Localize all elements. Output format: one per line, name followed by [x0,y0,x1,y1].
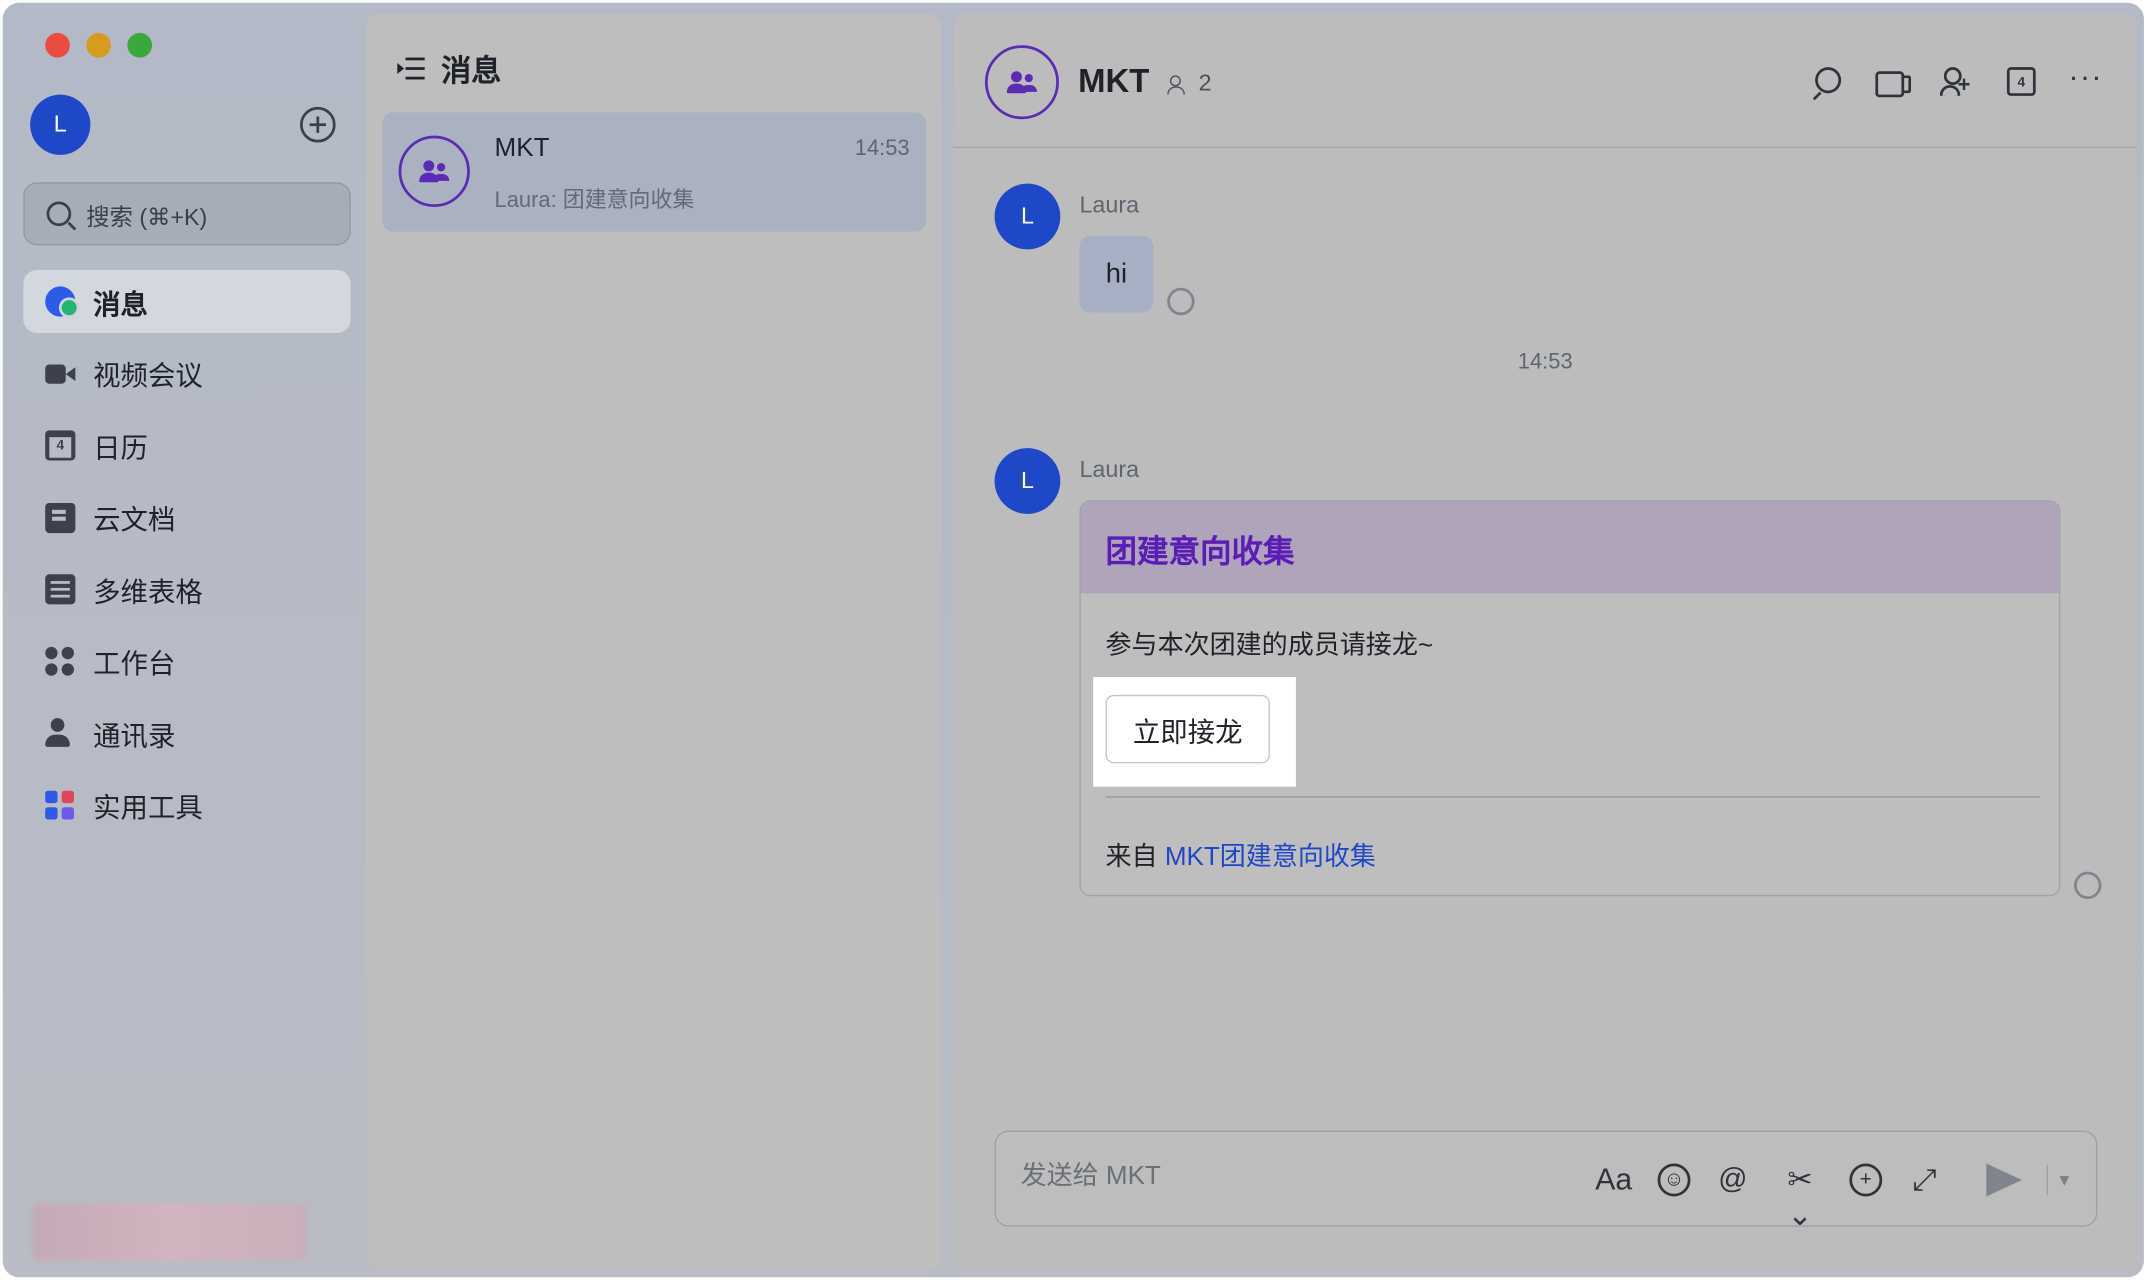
chat-title[interactable]: MKT [1078,63,1149,101]
sidebar-item-label: 视频会议 [93,361,203,392]
message-icon [45,286,80,318]
sidebar-item-label: 通讯录 [93,721,176,752]
sidebar-item-calendar[interactable]: 日历 [23,414,350,477]
table-icon [45,574,76,605]
message-card: 团建意向收集 参与本次团建的成员请接龙~ 立即接龙 来自 MKT团建意向收集 [1079,500,2061,897]
minimize-window-button[interactable] [86,32,111,58]
card-body-text: 参与本次团建的成员请接龙~ [1105,631,1434,661]
mention-icon[interactable]: @ [1715,1162,1751,1198]
composer-toolbar: Aa ☺ @ ✂⌄ + ⤢ ▼ [1595,1162,2073,1232]
read-status-icon [2074,871,2102,900]
search-chat-icon[interactable] [1815,67,1842,94]
close-window-button[interactable] [45,32,70,58]
conversation-preview: Laura: 团建意向收集 [494,189,695,213]
group-icon [419,160,449,183]
sidebar-nav: 消息 视频会议 日历 云文档 多维表格 工作台 [23,269,351,846]
screenshot-icon[interactable]: ✂⌄ [1775,1162,1824,1232]
chat-header: MKT 2 4 ··· [953,14,2138,149]
sidebar-item-workplace[interactable]: 工作台 [23,630,350,693]
member-count-value: 2 [1198,69,1212,96]
send-icon[interactable] [1986,1163,2022,1197]
contacts-icon [45,718,75,748]
sender-name: Laura [1079,191,1140,218]
message-list-title: 消息 [441,53,502,88]
conversation-time: 14:53 [854,137,910,161]
time-divider: 14:53 [1517,350,1573,375]
expand-icon[interactable]: ⤢ [1907,1162,1943,1198]
message-input[interactable] [1020,1162,1542,1193]
search-input[interactable]: 搜索 (⌘+K) [23,182,351,246]
member-count[interactable]: 2 [1167,69,1212,97]
conversation-item-mkt[interactable]: MKT 14:53 Laura: 团建意向收集 [382,112,927,232]
maximize-window-button[interactable] [127,32,153,58]
message-bubble[interactable]: hi [1079,235,1154,313]
message-list-header: 消息 [397,47,501,91]
sender-avatar[interactable]: L [994,183,1061,250]
card-button-highlight: 立即接龙 [1093,677,1296,787]
blurred-banner [32,1203,307,1261]
sidebar-item-label: 工作台 [93,649,176,680]
calendar-icon [45,430,76,461]
message-composer[interactable]: Aa ☺ @ ✂⌄ + ⤢ ▼ [994,1130,2098,1232]
sidebar-item-label: 日历 [93,433,148,464]
group-avatar [398,135,470,207]
card-footer: 来自 MKT团建意向收集 [1106,836,1376,873]
sidebar-item-base[interactable]: 多维表格 [23,558,350,621]
group-icon [1006,71,1037,94]
user-avatar[interactable]: L [30,94,91,155]
card-source-link[interactable]: MKT团建意向收集 [1165,843,1376,872]
workplace-icon [45,646,75,676]
more-icon[interactable]: ··· [2069,61,2107,100]
card-divider [1105,796,2040,798]
sender-avatar[interactable]: L [994,448,1061,514]
add-member-icon[interactable] [1939,66,1974,100]
sidebar-item-label: 实用工具 [93,793,203,824]
sidebar-item-label: 消息 [93,289,148,321]
chat-panel: MKT 2 4 ··· L Laura hi 14:53 [953,13,2138,1271]
video-call-icon[interactable] [1875,66,1912,100]
sidebar-item-label: 多维表格 [93,577,203,608]
search-icon [46,201,72,227]
text-format-icon[interactable]: Aa [1595,1162,1633,1198]
chat-header-actions: 4 ··· [1811,61,2107,100]
sidebar-item-video-meeting[interactable]: 视频会议 [23,342,350,405]
card-title: 团建意向收集 [1080,501,2059,594]
sidebar-item-messages[interactable]: 消息 [23,269,351,334]
sidebar-item-contacts[interactable]: 通讯录 [23,702,350,765]
chat-group-avatar[interactable] [984,45,1059,120]
add-circle-icon[interactable] [300,106,336,143]
sender-name: Laura [1079,456,1140,483]
calendar-icon[interactable]: 4 [2006,67,2036,96]
read-status-icon [1167,287,1195,316]
add-more-icon[interactable]: + [1849,1163,1883,1197]
app-window: L 搜索 (⌘+K) 消息 视频会议 日历 云文档 [2,2,2144,1278]
message-list-panel: 消息 MKT 14:53 Laura: 团建意向收集 [365,13,942,1271]
search-placeholder: 搜索 (⌘+K) [86,203,208,230]
collapse-list-icon[interactable] [397,56,425,81]
members-icon [1167,74,1190,94]
send-options-chevron-down-icon[interactable]: ▼ [2046,1164,2073,1196]
sidebar-item-tools[interactable]: 实用工具 [23,774,350,837]
sidebar-item-docs[interactable]: 云文档 [23,486,350,549]
join-chain-button[interactable]: 立即接龙 [1105,694,1270,764]
emoji-icon[interactable]: ☺ [1657,1163,1691,1197]
card-footer-prefix: 来自 [1105,842,1158,872]
sidebar-item-label: 云文档 [93,505,176,536]
conversation-name: MKT [494,134,550,164]
video-icon [45,358,76,388]
tools-icon [45,790,75,820]
document-icon [45,502,76,533]
